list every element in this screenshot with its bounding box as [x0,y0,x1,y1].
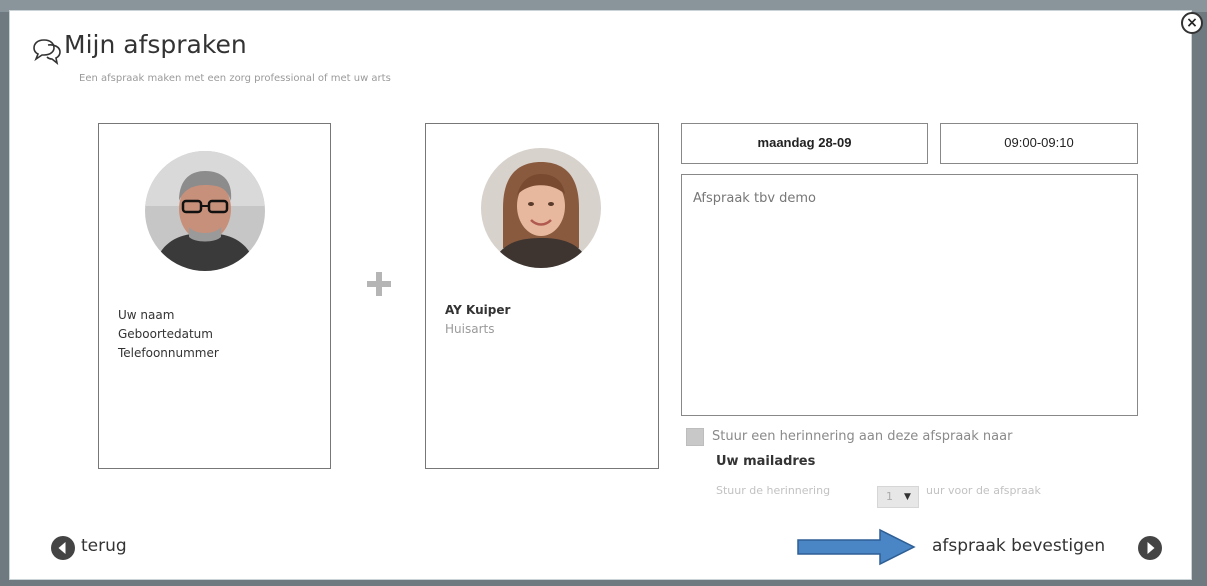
appointment-date-field[interactable]: maandag 28-09 [681,123,928,164]
pointer-arrow-icon [797,528,916,566]
patient-birthdate: Geboortedatum [118,327,213,341]
doctor-name: AY Kuiper [445,303,511,317]
doctor-card: AY Kuiper Huisarts [425,123,659,469]
appointment-time-field[interactable]: 09:00-09:10 [940,123,1138,164]
patient-phone: Telefoonnummer [118,346,219,360]
reminder-prefix: Stuur de herinnering [716,484,831,497]
doctor-role: Huisarts [445,322,495,336]
plus-icon [367,272,391,296]
back-arrow-icon[interactable] [50,535,76,561]
reminder-hours-select[interactable]: 1 [877,486,919,508]
reminder-target: Uw mailadres [716,454,816,469]
reminder-label: Stuur een herinnering aan deze afspraak … [712,429,1013,444]
confirm-appointment-button[interactable]: afspraak bevestigen [932,536,1105,556]
doctor-details: AY Kuiper Huisarts [445,301,510,339]
reminder-checkbox[interactable] [686,428,704,446]
back-button[interactable]: terug [81,536,127,556]
reminder-suffix: uur voor de afspraak [926,484,1041,497]
doctor-avatar [481,148,601,268]
chevron-down-icon[interactable]: ▼ [904,492,911,502]
page-subtitle: Een afspraak maken met een zorg professi… [79,73,391,84]
patient-name: Uw naam [118,308,175,322]
page-title: Mijn afspraken [64,30,247,59]
close-button[interactable]: × [1181,12,1203,34]
appointment-notes-textarea[interactable]: Afspraak tbv demo [681,174,1138,416]
forward-arrow-icon[interactable] [1137,535,1163,561]
patient-card: Uw naam Geboortedatum Telefoonnummer [98,123,331,469]
patient-avatar [145,151,265,271]
chat-bubbles-icon [33,39,61,65]
patient-details: Uw naam Geboortedatum Telefoonnummer [118,306,219,363]
